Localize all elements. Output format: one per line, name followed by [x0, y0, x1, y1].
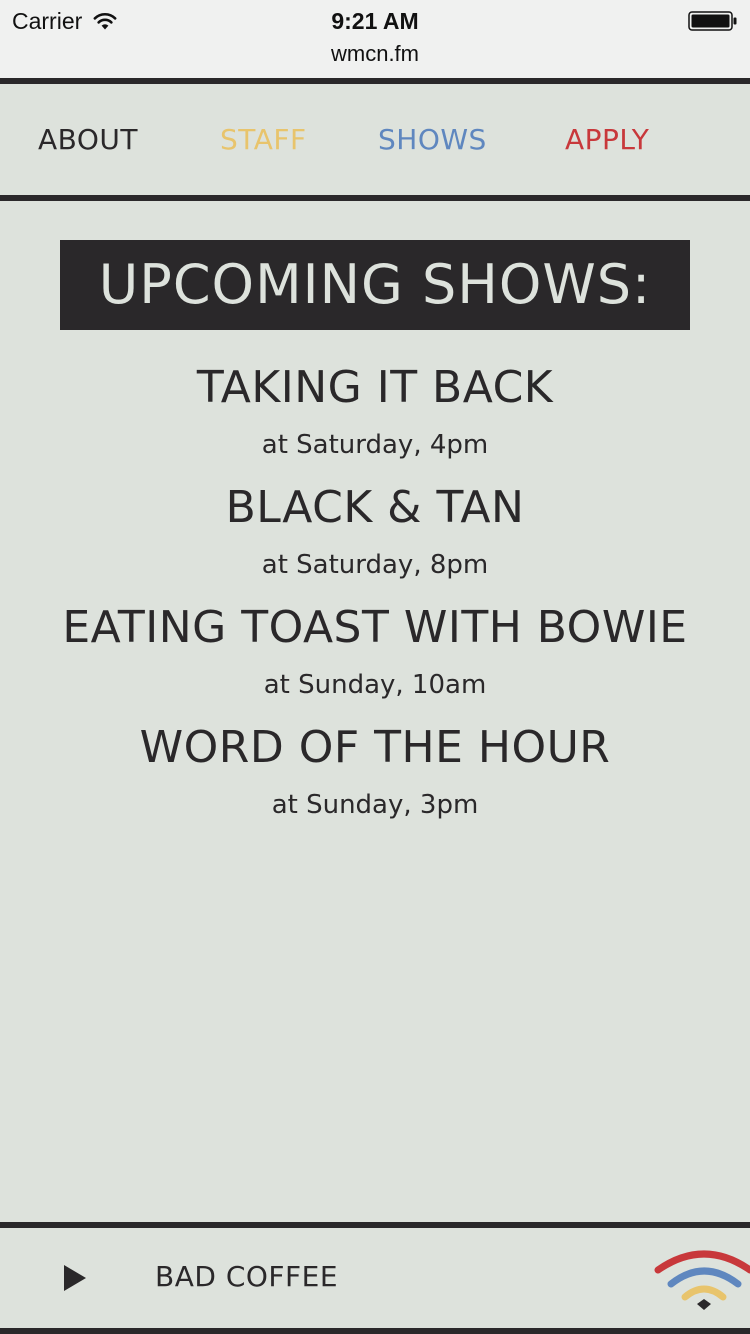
show-item: TAKING IT BACK at Saturday, 4pm [40, 362, 710, 460]
radio-signal-logo-icon [654, 1250, 750, 1310]
show-time: at Sunday, 3pm [271, 790, 479, 820]
show-time: at Saturday, 4pm [261, 430, 489, 460]
show-title: WORD OF THE HOUR [139, 722, 611, 773]
show-time: at Saturday, 8pm [261, 550, 489, 580]
play-icon[interactable] [58, 1258, 98, 1298]
show-time: at Sunday, 10am [263, 670, 487, 700]
nav-item-staff[interactable]: STAFF [220, 122, 307, 158]
show-item: WORD OF THE HOUR at Sunday, 3pm [40, 722, 710, 820]
shows-list: TAKING IT BACK at Saturday, 4pm BLACK & … [40, 362, 710, 842]
show-item: BLACK & TAN at Saturday, 8pm [40, 482, 710, 580]
battery-icon [688, 11, 737, 31]
status-bar: Carrier 9:21 AM wmcn.fm [0, 0, 750, 78]
show-title: EATING TOAST WITH BOWIE [62, 602, 688, 653]
nav-item-apply[interactable]: APPLY [565, 122, 649, 158]
show-title: TAKING IT BACK [196, 362, 554, 413]
main-nav: ABOUT STAFF SHOWS APPLY [0, 78, 750, 201]
show-title: BLACK & TAN [225, 482, 525, 533]
status-time: 9:21 AM [331, 8, 419, 34]
nav-item-about[interactable]: ABOUT [38, 122, 138, 158]
nav-item-shows[interactable]: SHOWS [378, 122, 487, 158]
show-item: EATING TOAST WITH BOWIE at Sunday, 10am [40, 602, 710, 700]
audio-player: BAD COFFEE [0, 1222, 750, 1334]
now-playing-title: BAD COFFEE [155, 1260, 339, 1293]
browser-url[interactable]: wmcn.fm [0, 40, 750, 68]
page-title: UPCOMING SHOWS: [60, 240, 690, 330]
